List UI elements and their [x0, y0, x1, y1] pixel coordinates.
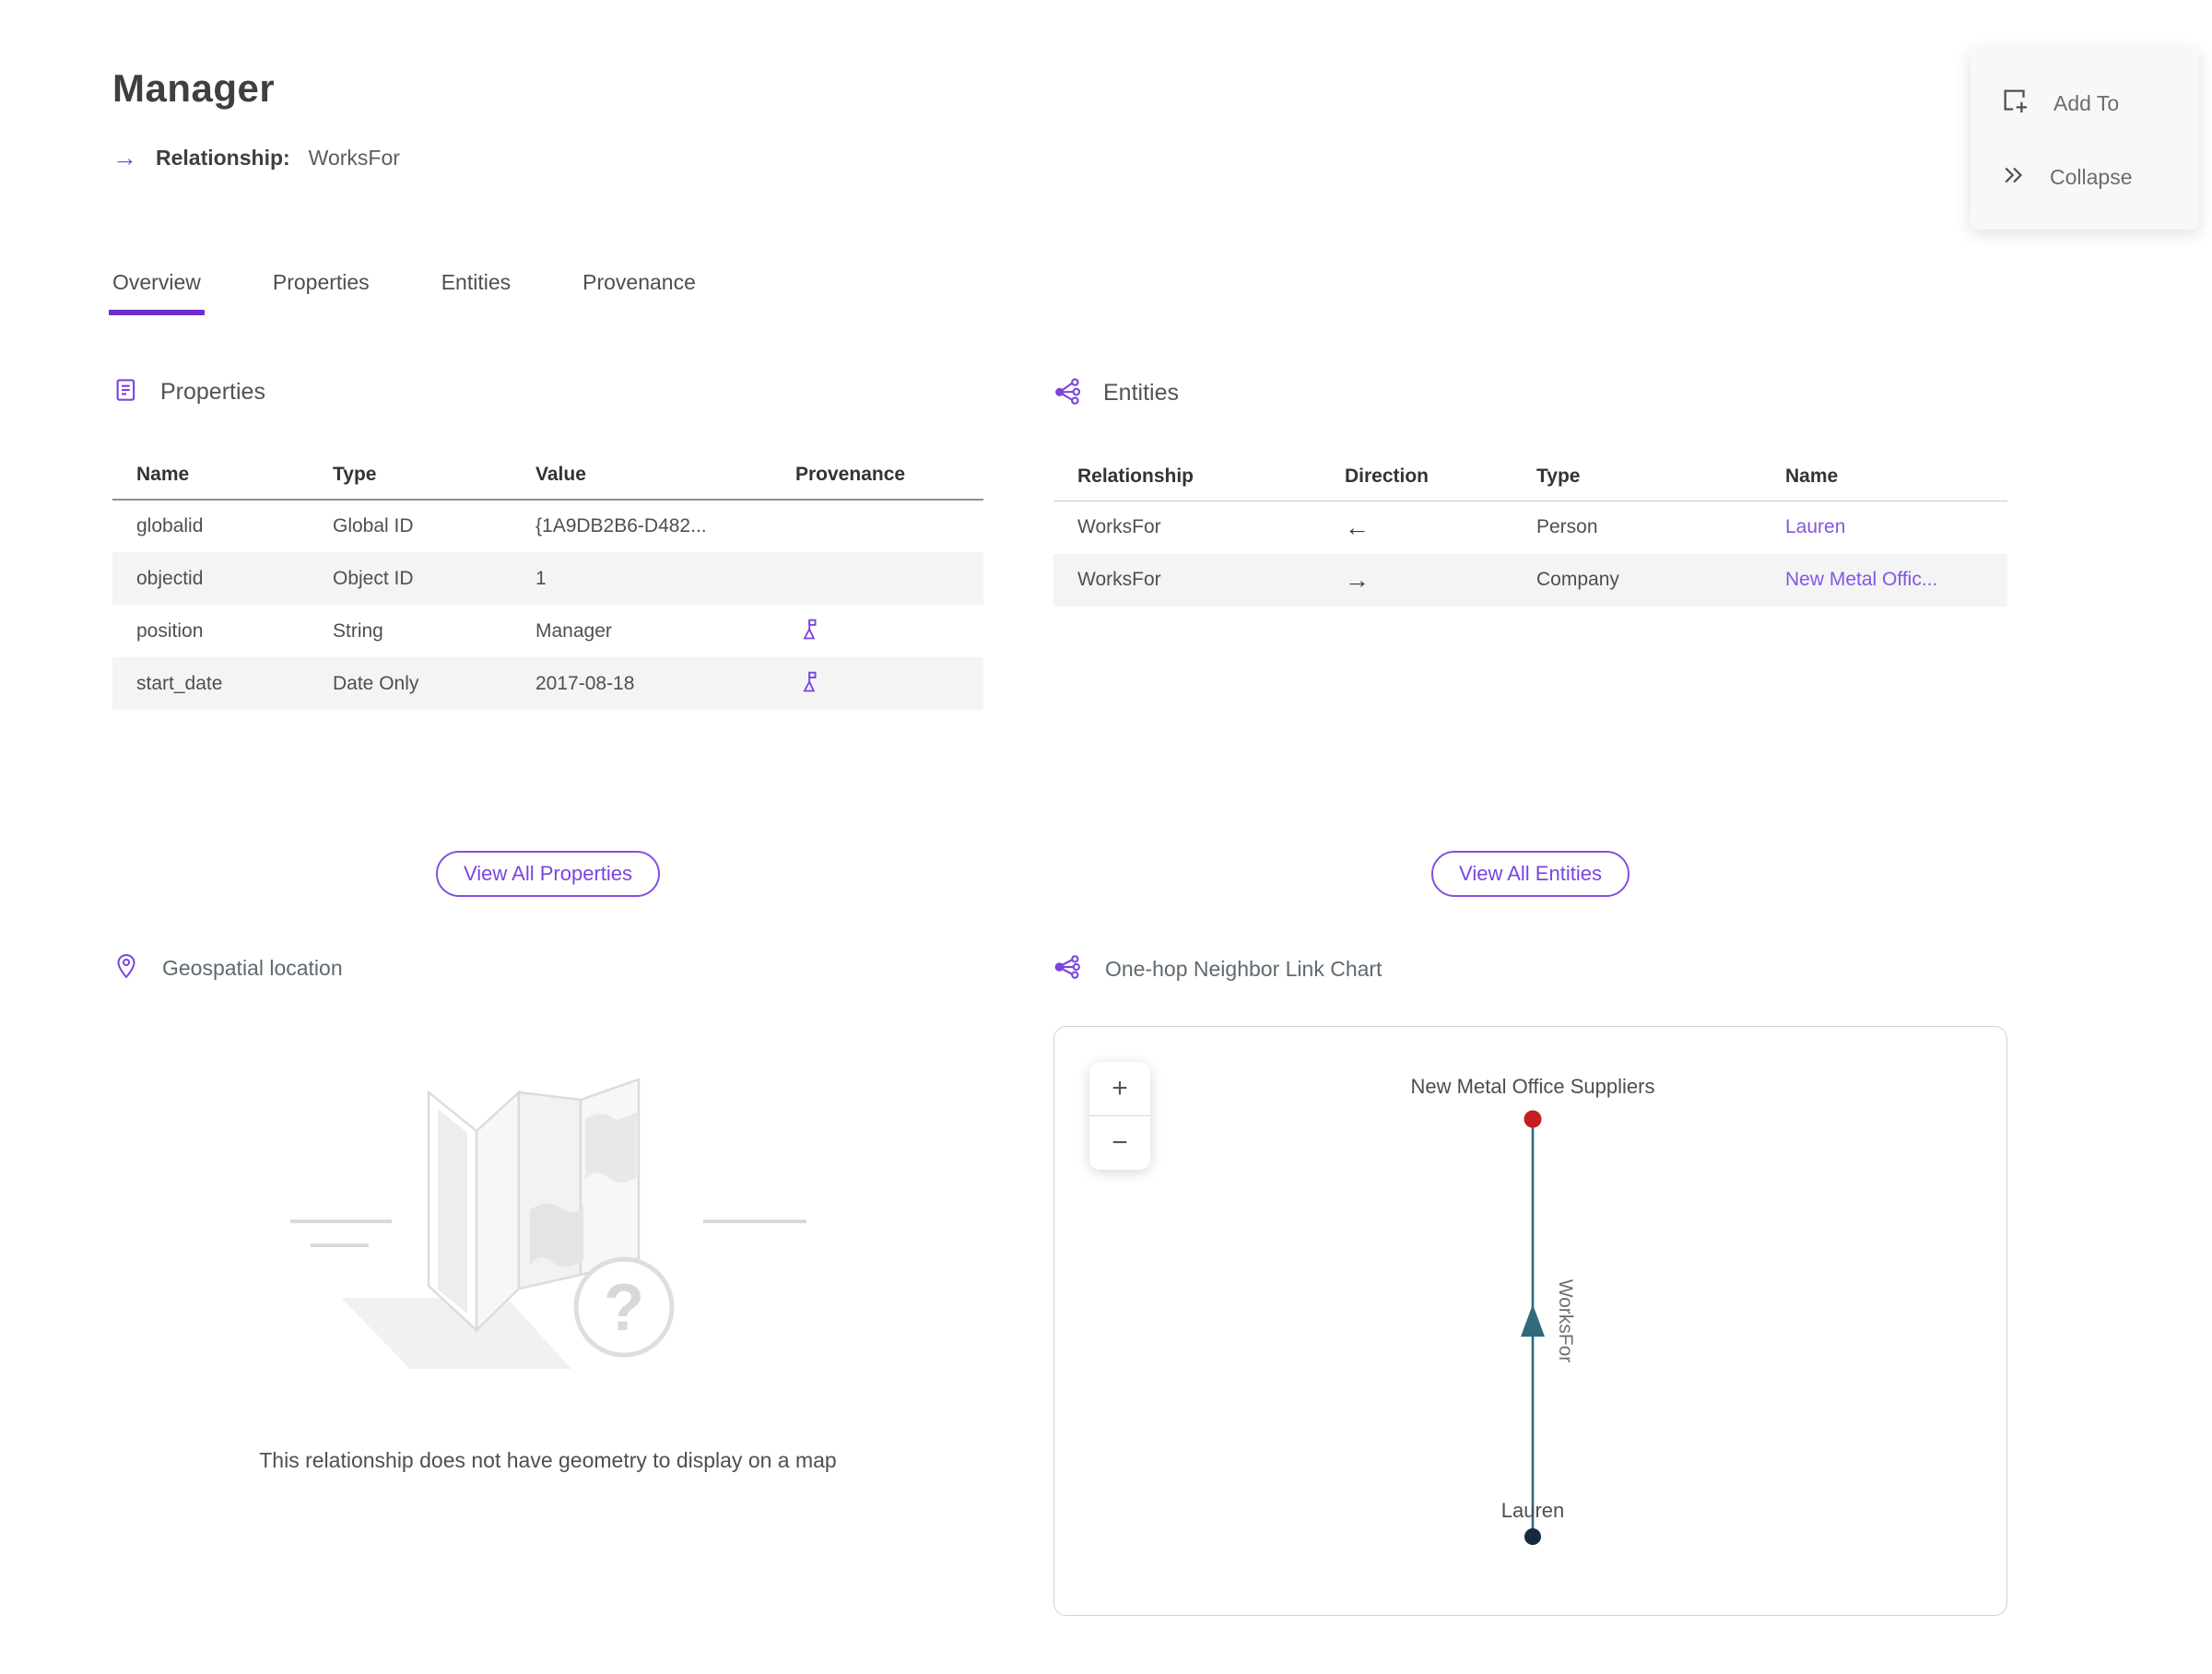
entity-link[interactable]: New Metal Offic...: [1785, 569, 1937, 590]
col-header-type: Type: [309, 453, 512, 501]
entities-table: Relationship Direction Type Name WorksFo…: [1053, 454, 2007, 607]
table-row[interactable]: WorksFor ← Person Lauren: [1053, 501, 2007, 554]
collapse-label: Collapse: [2050, 164, 2133, 189]
page-title: Manager: [112, 66, 276, 110]
col-header-type: Type: [1512, 454, 1761, 501]
floating-action-card: Add To Collapse: [1971, 49, 2199, 230]
view-all-properties-button[interactable]: View All Properties: [435, 851, 660, 897]
prop-provenance: [771, 657, 983, 710]
geospatial-header: Geospatial location: [112, 952, 983, 1026]
zoom-out-button[interactable]: −: [1089, 1116, 1150, 1170]
table-row[interactable]: WorksFor → Company New Metal Offic...: [1053, 553, 2007, 607]
link-chart-canvas[interactable]: WorksFor New Metal Office Suppliers Laur…: [1053, 1026, 2007, 1616]
ent-relationship: WorksFor: [1077, 516, 1161, 538]
prop-provenance: [771, 605, 983, 657]
col-header-value: Value: [512, 453, 771, 501]
prop-name: globalid: [136, 515, 204, 536]
add-to-button[interactable]: Add To: [1971, 86, 2199, 122]
tab-properties[interactable]: Properties: [273, 270, 370, 315]
table-row[interactable]: position String Manager: [112, 605, 983, 657]
table-row[interactable]: globalid Global ID {1A9DB2B6-D482...: [112, 500, 983, 552]
col-header-name: Name: [112, 453, 309, 501]
properties-section-title: Properties: [160, 379, 265, 405]
collapse-button[interactable]: Collapse: [1971, 161, 2199, 194]
add-to-icon: [2000, 86, 2031, 122]
geospatial-placeholder: ? This relationship does not have geomet…: [112, 1026, 983, 1616]
question-mark-glyph: ?: [604, 1271, 644, 1345]
prop-type: Date Only: [309, 657, 512, 710]
edge-arrowhead: [1521, 1304, 1545, 1337]
link-chart-icon: [1053, 952, 1083, 986]
ent-type: Company: [1512, 553, 1761, 607]
table-row[interactable]: start_date Date Only 2017-08-18: [112, 657, 983, 710]
ent-relationship: WorksFor: [1053, 553, 1321, 607]
properties-table: Name Type Value Provenance globalid Glob…: [112, 453, 983, 710]
relationship-detail-page: Add To Collapse Manager → Relationship: …: [0, 0, 2212, 1674]
zoom-controls: + −: [1089, 1062, 1150, 1170]
prop-type: Global ID: [333, 515, 414, 536]
tab-bar: Overview Properties Entities Provenance: [109, 270, 2212, 315]
empty-map-illustration: ?: [289, 1078, 806, 1369]
prop-name: start_date: [112, 657, 309, 710]
link-chart-header: One-hop Neighbor Link Chart: [1053, 952, 2007, 1026]
no-geometry-message: This relationship does not have geometry…: [259, 1448, 837, 1472]
link-chart-section-title: One-hop Neighbor Link Chart: [1105, 957, 1382, 981]
prop-value: 1: [512, 552, 771, 605]
relationship-subtitle: → Relationship: WorksFor: [112, 146, 2212, 171]
entities-panel: Entities Relationship Direction Type Nam…: [1053, 376, 2007, 851]
company-node[interactable]: [1524, 1110, 1542, 1128]
col-header-relationship: Relationship: [1053, 454, 1321, 501]
edge-label: WorksFor: [1555, 1279, 1576, 1363]
col-header-provenance: Provenance: [771, 453, 983, 501]
table-row[interactable]: objectid Object ID 1: [112, 552, 983, 605]
zoom-in-button[interactable]: +: [1089, 1062, 1150, 1115]
map-pin-icon: [112, 952, 140, 984]
tab-entities[interactable]: Entities: [441, 270, 511, 315]
col-header-direction: Direction: [1321, 454, 1512, 501]
subtitle-value: WorksFor: [308, 146, 400, 170]
properties-panel: Properties Name Type Value Provenance gl…: [112, 376, 983, 851]
top-node-label: New Metal Office Suppliers: [1411, 1075, 1655, 1098]
provenance-flag-icon[interactable]: [795, 619, 821, 646]
add-to-label: Add To: [2053, 90, 2120, 115]
direction-left-arrow-icon: ←: [1345, 513, 1370, 541]
entities-section-title: Entities: [1103, 380, 1179, 406]
prop-type: Object ID: [309, 552, 512, 605]
prop-value: 2017-08-18: [512, 657, 771, 710]
col-header-name: Name: [1761, 454, 2007, 501]
chevrons-right-icon: [2000, 161, 2028, 194]
tab-overview[interactable]: Overview: [109, 270, 205, 315]
relationship-arrow-icon: →: [112, 144, 137, 171]
subtitle-label: Relationship:: [156, 146, 290, 170]
tab-provenance[interactable]: Provenance: [582, 270, 696, 315]
view-all-entities-button[interactable]: View All Entities: [1431, 851, 1630, 897]
bottom-node-label: Lauren: [1501, 1499, 1565, 1522]
prop-name: position: [136, 619, 204, 642]
ent-type: Person: [1536, 516, 1598, 538]
person-node[interactable]: [1524, 1528, 1541, 1545]
prop-provenance: [771, 500, 983, 552]
provenance-flag-icon[interactable]: [795, 671, 821, 699]
entity-link[interactable]: Lauren: [1785, 516, 1845, 537]
direction-right-arrow-icon: →: [1321, 553, 1512, 607]
geospatial-section-title: Geospatial location: [162, 956, 343, 980]
properties-icon: [112, 376, 140, 408]
link-chart-graph: WorksFor New Metal Office Suppliers Laur…: [1411, 1075, 1655, 1545]
prop-name: objectid: [112, 552, 309, 605]
entities-icon: [1053, 376, 1083, 410]
prop-value: {1A9DB2B6-D482...: [535, 515, 707, 536]
prop-provenance: [771, 552, 983, 605]
prop-type: String: [333, 619, 383, 642]
prop-value: Manager: [535, 619, 612, 642]
